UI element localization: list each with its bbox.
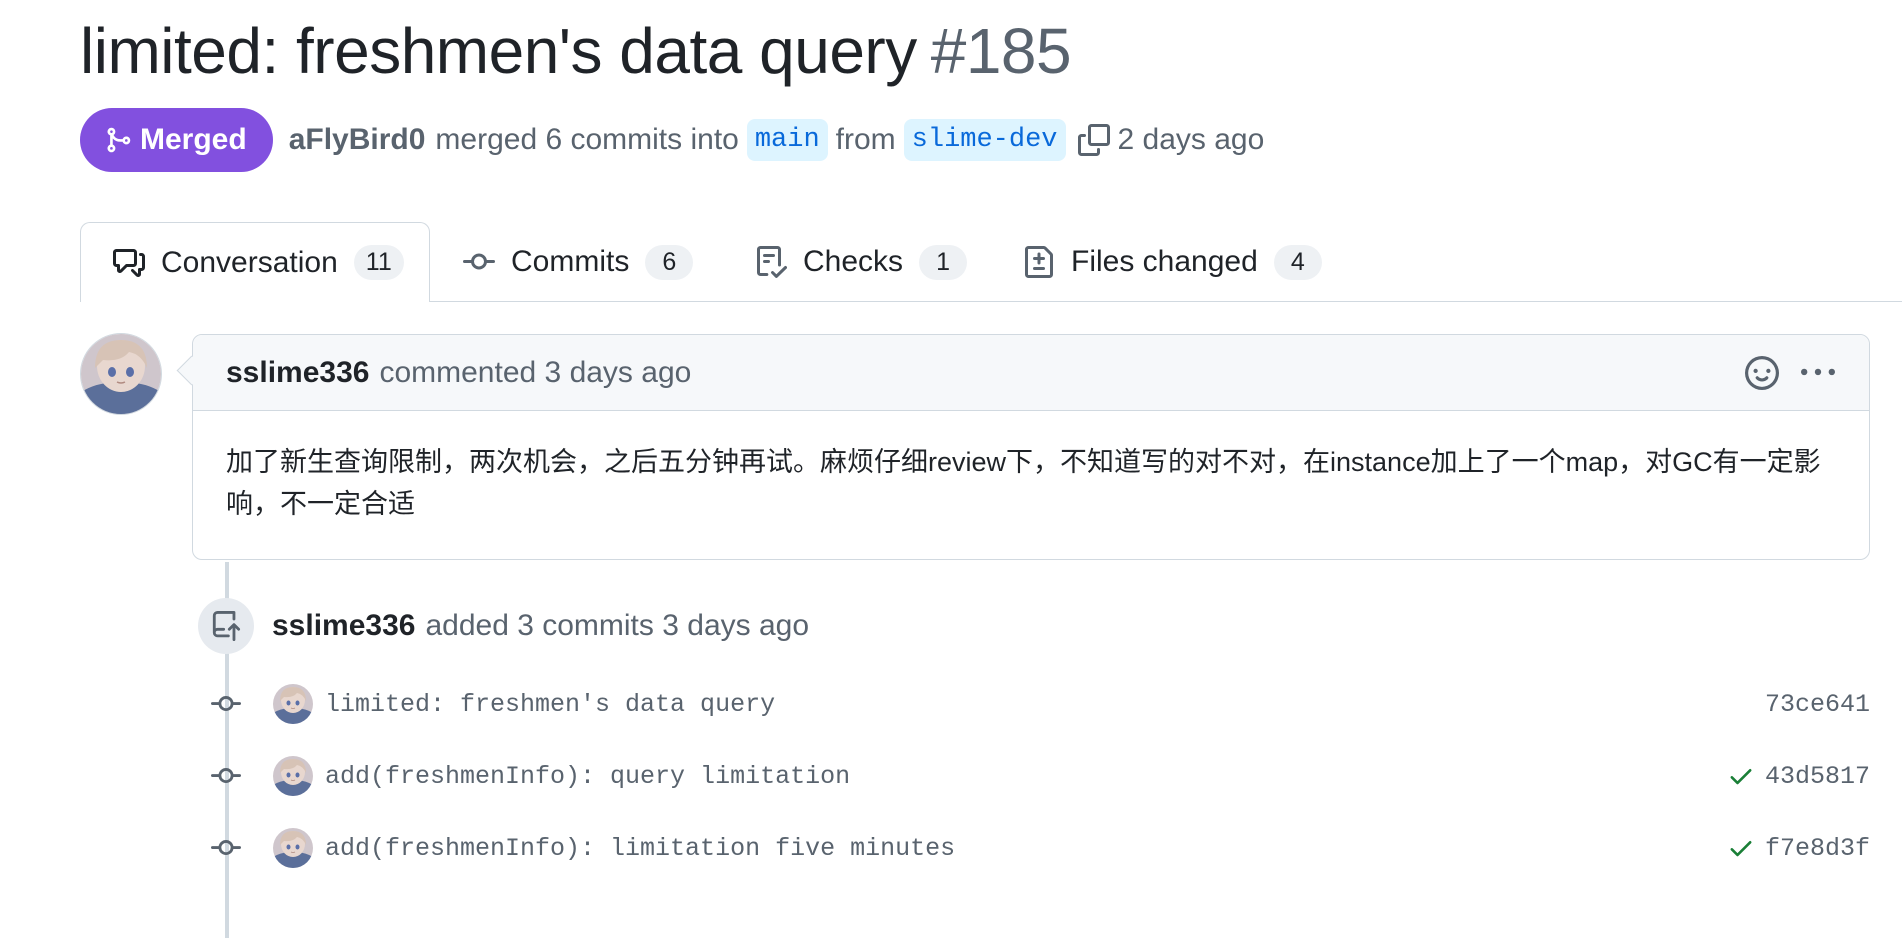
kebab-horizontal-icon[interactable] xyxy=(1799,356,1837,390)
git-commit-icon xyxy=(205,761,247,791)
commit-row: limited: freshmen's data query 73ce641 xyxy=(205,682,1870,726)
git-commit-icon xyxy=(205,833,247,863)
commit-sha[interactable]: f7e8d3f xyxy=(1765,834,1870,863)
smiley-icon[interactable] xyxy=(1745,355,1779,390)
tab-counter: 6 xyxy=(645,244,694,280)
commit-meta: f7e8d3f xyxy=(1727,834,1870,863)
commit-author-avatar[interactable] xyxy=(273,828,313,868)
tab-checks[interactable]: Checks 1 xyxy=(755,222,968,302)
repo-push-icon xyxy=(212,611,241,641)
copy-icon[interactable] xyxy=(1077,124,1110,156)
check-icon[interactable] xyxy=(1727,762,1755,790)
git-merge-icon xyxy=(104,126,132,154)
event-badge xyxy=(198,598,254,654)
event-time[interactable]: 3 days ago xyxy=(662,609,809,643)
commit-meta: 73ce641 xyxy=(1765,690,1870,719)
tab-counter: 1 xyxy=(919,244,968,280)
commit-row: add(freshmenInfo): query limitation 43d5… xyxy=(205,754,1870,798)
pr-number: #185 xyxy=(930,15,1072,87)
commit-message[interactable]: add(freshmenInfo): query limitation xyxy=(325,762,850,791)
comment-action: commented xyxy=(379,355,537,389)
comment-actions xyxy=(1745,355,1837,390)
commit-author-avatar[interactable] xyxy=(273,684,313,724)
event-author[interactable]: sslime336 xyxy=(272,609,415,643)
commit-meta: 43d5817 xyxy=(1727,762,1870,791)
comment-author[interactable]: sslime336 xyxy=(226,356,369,390)
base-branch[interactable]: main xyxy=(746,119,828,161)
tab-label: Checks xyxy=(803,245,904,278)
git-commit-icon xyxy=(463,253,495,270)
tab-label: Conversation xyxy=(161,245,338,279)
file-diff-icon xyxy=(1025,246,1053,278)
tab-counter: 4 xyxy=(1273,244,1322,280)
tab-conversation[interactable]: Conversation 11 xyxy=(80,222,430,302)
checklist-icon xyxy=(757,246,787,278)
tab-commits[interactable]: Commits 6 xyxy=(463,222,694,302)
merged-time[interactable]: 2 days ago xyxy=(1118,123,1265,157)
timeline-event: sslime336 added 3 commits 3 days ago xyxy=(198,598,809,654)
tab-files-changed[interactable]: Files changed 4 xyxy=(1023,222,1322,302)
pr-meta: Merged aFlyBird0 merged 6 commits into m… xyxy=(80,108,1264,172)
comment-author-avatar[interactable] xyxy=(80,333,162,415)
merged-label: Merged xyxy=(140,123,247,156)
tab-counter: 11 xyxy=(353,245,404,280)
commit-sha[interactable]: 73ce641 xyxy=(1765,690,1870,719)
merged-text: merged 6 commits into xyxy=(435,123,739,156)
pr-title: limited: freshmen's data query #185 xyxy=(80,14,1072,88)
commit-row: add(freshmenInfo): limitation five minut… xyxy=(205,826,1870,870)
comment-time[interactable]: 3 days ago xyxy=(545,356,692,390)
comment-discussion-icon xyxy=(113,248,145,277)
commit-message[interactable]: add(freshmenInfo): limitation five minut… xyxy=(325,834,955,863)
merger-link[interactable]: aFlyBird0 xyxy=(289,123,426,157)
git-commit-icon xyxy=(205,689,247,719)
head-branch[interactable]: slime-dev xyxy=(903,119,1066,161)
comment-header: sslime336 commented 3 days ago xyxy=(193,335,1869,411)
commit-message[interactable]: limited: freshmen's data query xyxy=(325,690,775,719)
tab-label: Files changed xyxy=(1071,245,1258,278)
pr-tabs: Conversation 11 Commits 6 Checks 1 Files… xyxy=(0,222,1902,302)
comment-box: sslime336 commented 3 days ago 加了新生查询限制，… xyxy=(176,334,1870,560)
merged-state-badge: Merged xyxy=(80,108,273,172)
comment-body: 加了新生查询限制，两次机会，之后五分钟再试。麻烦仔细review下，不知道写的对… xyxy=(226,447,1821,519)
tab-label: Commits xyxy=(511,245,630,278)
commit-author-avatar[interactable] xyxy=(273,756,313,796)
event-text: added 3 commits xyxy=(425,609,654,642)
pr-title-text: limited: freshmen's data query xyxy=(80,15,917,87)
check-icon[interactable] xyxy=(1727,834,1755,862)
commit-sha[interactable]: 43d5817 xyxy=(1765,762,1870,791)
from-text: from xyxy=(835,123,896,156)
